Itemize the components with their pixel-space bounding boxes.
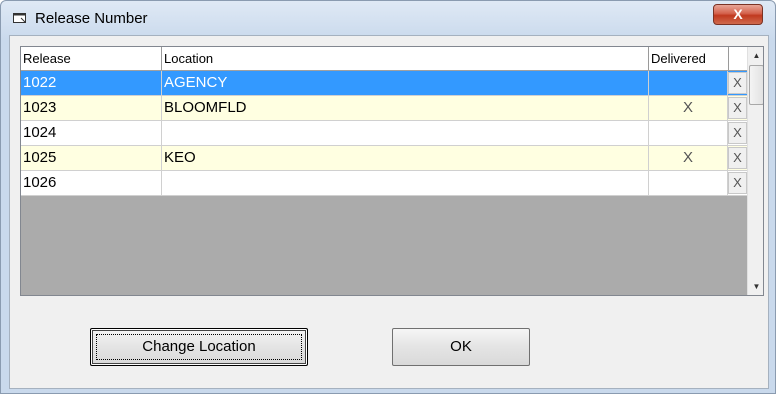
grid-header: Release Location Delivered [21,47,747,71]
table-row[interactable]: 1025 KEO X X [21,146,747,171]
table-row[interactable]: 1024 X [21,121,747,146]
change-location-button[interactable]: Change Location [90,328,308,366]
scrollbar-thumb[interactable] [749,65,763,105]
location-cell[interactable]: AGENCY [162,71,649,95]
delete-row-button[interactable]: X [728,172,747,194]
delivered-cell[interactable]: X [649,146,728,170]
scroll-down-arrow-icon[interactable]: ▼ [748,278,763,295]
delete-row-button[interactable]: X [728,122,747,144]
release-cell[interactable]: 1026 [21,171,162,195]
change-location-label: Change Location [142,338,256,355]
column-header-delivered[interactable]: Delivered [649,47,729,70]
location-cell[interactable] [162,171,649,195]
release-grid[interactable]: Release Location Delivered 1022 AGENCY X… [20,46,764,296]
release-cell[interactable]: 1023 [21,96,162,120]
location-cell[interactable]: BLOOMFLD [162,96,649,120]
dialog-body: Release Location Delivered 1022 AGENCY X… [9,35,769,389]
close-button[interactable]: X [713,4,763,25]
location-cell[interactable]: KEO [162,146,649,170]
window-app-icon [13,13,26,23]
release-cell[interactable]: 1025 [21,146,162,170]
delivered-cell[interactable]: X [649,96,728,120]
title-bar: Release Number X [1,1,777,35]
delivered-cell[interactable] [649,171,728,195]
location-cell[interactable] [162,121,649,145]
delete-row-button[interactable]: X [728,147,747,169]
delivered-cell[interactable] [649,71,728,95]
window-title: Release Number [35,10,148,27]
table-row[interactable]: 1023 BLOOMFLD X X [21,96,747,121]
release-cell[interactable]: 1024 [21,121,162,145]
scroll-up-arrow-icon[interactable]: ▲ [748,47,763,64]
delete-row-button[interactable]: X [728,97,747,119]
column-header-location[interactable]: Location [162,47,649,70]
vertical-scrollbar[interactable]: ▲ ▼ [747,47,763,295]
delivered-cell[interactable] [649,121,728,145]
release-number-window: Release Number X Release Location Delive… [0,0,776,394]
table-row[interactable]: 1026 X [21,171,747,196]
table-row[interactable]: 1022 AGENCY X [21,71,747,96]
delete-row-button[interactable]: X [728,72,747,94]
ok-button[interactable]: OK [392,328,530,366]
release-cell[interactable]: 1022 [21,71,162,95]
column-header-release[interactable]: Release [21,47,162,70]
